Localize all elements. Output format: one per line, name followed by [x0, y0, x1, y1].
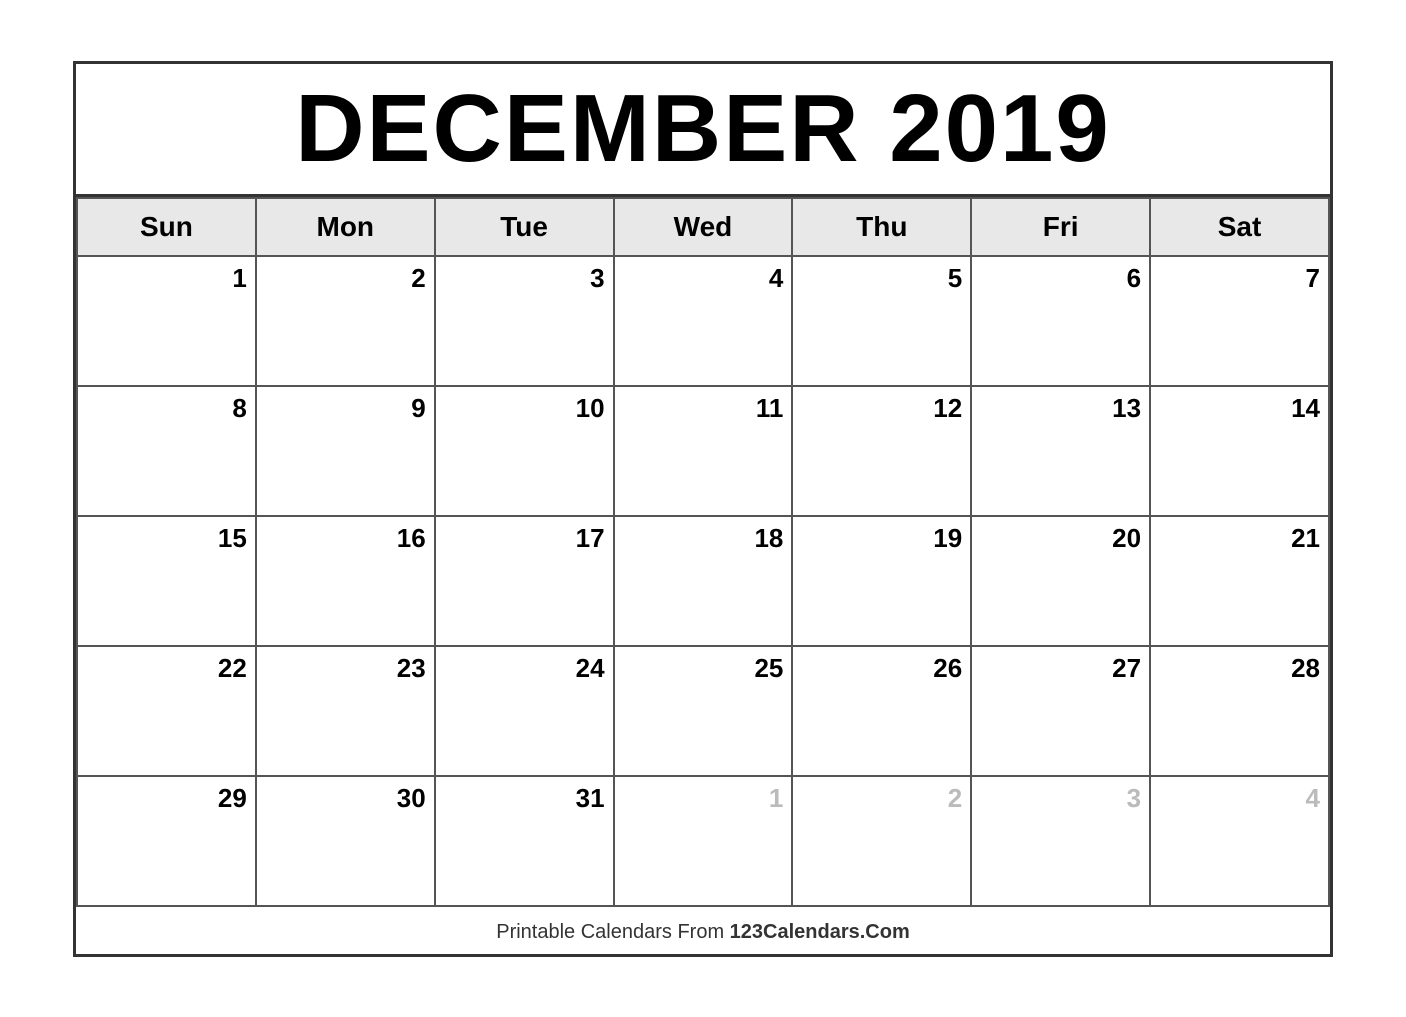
week-row-4: 22 23 24 25 26 27 28 — [77, 646, 1329, 776]
calendar-day[interactable]: 17 — [435, 516, 614, 646]
calendar-day[interactable]: 11 — [614, 386, 793, 516]
calendar-day[interactable]: 28 — [1150, 646, 1329, 776]
calendar-day[interactable]: 31 — [435, 776, 614, 906]
calendar-day[interactable]: 4 — [1150, 776, 1329, 906]
calendar-day[interactable]: 7 — [1150, 256, 1329, 386]
day-header-mon: Mon — [256, 198, 435, 256]
calendar-day[interactable]: 10 — [435, 386, 614, 516]
calendar-day[interactable]: 25 — [614, 646, 793, 776]
day-number: 1 — [623, 783, 784, 814]
calendar-day[interactable]: 29 — [77, 776, 256, 906]
calendar-day[interactable]: 4 — [614, 256, 793, 386]
day-number: 3 — [980, 783, 1141, 814]
day-header-thu: Thu — [792, 198, 971, 256]
day-number: 1 — [86, 263, 247, 294]
calendar-day[interactable]: 19 — [792, 516, 971, 646]
calendar-day[interactable]: 16 — [256, 516, 435, 646]
day-number: 11 — [623, 393, 784, 424]
calendar-container: DECEMBER 2019 SunMonTueWedThuFriSat 1234… — [73, 61, 1333, 957]
calendar-day[interactable]: 21 — [1150, 516, 1329, 646]
calendar-day[interactable]: 26 — [792, 646, 971, 776]
day-number: 25 — [623, 653, 784, 684]
calendar-day[interactable]: 3 — [971, 776, 1150, 906]
calendar-day[interactable]: 1 — [614, 776, 793, 906]
footer-link: 123Calendars.Com — [730, 921, 910, 943]
calendar-footer: Printable Calendars From 123Calendars.Co… — [76, 907, 1330, 954]
day-number: 18 — [623, 523, 784, 554]
calendar-day[interactable]: 5 — [792, 256, 971, 386]
calendar-day[interactable]: 2 — [792, 776, 971, 906]
day-number: 31 — [444, 783, 605, 814]
calendar-day[interactable]: 2 — [256, 256, 435, 386]
calendar-day[interactable]: 15 — [77, 516, 256, 646]
day-number: 26 — [801, 653, 962, 684]
calendar-day[interactable]: 27 — [971, 646, 1150, 776]
day-number: 19 — [801, 523, 962, 554]
calendar-day[interactable]: 1 — [77, 256, 256, 386]
calendar-day[interactable]: 18 — [614, 516, 793, 646]
calendar-day[interactable]: 12 — [792, 386, 971, 516]
calendar-day[interactable]: 22 — [77, 646, 256, 776]
calendar-title: DECEMBER 2019 — [76, 64, 1330, 197]
day-header-fri: Fri — [971, 198, 1150, 256]
day-number: 21 — [1159, 523, 1320, 554]
day-number: 7 — [1159, 263, 1320, 294]
day-number: 20 — [980, 523, 1141, 554]
day-header-wed: Wed — [614, 198, 793, 256]
day-number: 23 — [265, 653, 426, 684]
day-number: 28 — [1159, 653, 1320, 684]
day-number: 15 — [86, 523, 247, 554]
calendar-day[interactable]: 14 — [1150, 386, 1329, 516]
day-number: 3 — [444, 263, 605, 294]
day-number: 29 — [86, 783, 247, 814]
day-header-tue: Tue — [435, 198, 614, 256]
day-number: 4 — [623, 263, 784, 294]
calendar-day[interactable]: 24 — [435, 646, 614, 776]
week-row-1: 1234567 — [77, 256, 1329, 386]
day-headers-row: SunMonTueWedThuFriSat — [77, 198, 1329, 256]
day-number: 14 — [1159, 393, 1320, 424]
day-number: 5 — [801, 263, 962, 294]
day-number: 17 — [444, 523, 605, 554]
calendar-day[interactable]: 30 — [256, 776, 435, 906]
day-header-sat: Sat — [1150, 198, 1329, 256]
calendar-day[interactable]: 9 — [256, 386, 435, 516]
calendar-day[interactable]: 8 — [77, 386, 256, 516]
day-number: 2 — [801, 783, 962, 814]
day-number: 4 — [1159, 783, 1320, 814]
week-row-2: 89 10 11 12 13 14 — [77, 386, 1329, 516]
week-row-3: 15 16 17 18 19 20 21 — [77, 516, 1329, 646]
day-number: 13 — [980, 393, 1141, 424]
day-number: 6 — [980, 263, 1141, 294]
calendar-day[interactable]: 3 — [435, 256, 614, 386]
day-number: 12 — [801, 393, 962, 424]
day-number: 9 — [265, 393, 426, 424]
calendar-day[interactable]: 23 — [256, 646, 435, 776]
calendar-day[interactable]: 13 — [971, 386, 1150, 516]
day-number: 27 — [980, 653, 1141, 684]
day-number: 16 — [265, 523, 426, 554]
day-number: 30 — [265, 783, 426, 814]
day-number: 22 — [86, 653, 247, 684]
calendar-grid: SunMonTueWedThuFriSat 123456789101112131… — [76, 197, 1330, 907]
day-number: 10 — [444, 393, 605, 424]
calendar-day[interactable]: 20 — [971, 516, 1150, 646]
day-number: 8 — [86, 393, 247, 424]
week-row-5: 29 30 31 1234 — [77, 776, 1329, 906]
calendar-day[interactable]: 6 — [971, 256, 1150, 386]
day-number: 24 — [444, 653, 605, 684]
day-number: 2 — [265, 263, 426, 294]
day-header-sun: Sun — [77, 198, 256, 256]
footer-text: Printable Calendars From — [496, 921, 729, 943]
